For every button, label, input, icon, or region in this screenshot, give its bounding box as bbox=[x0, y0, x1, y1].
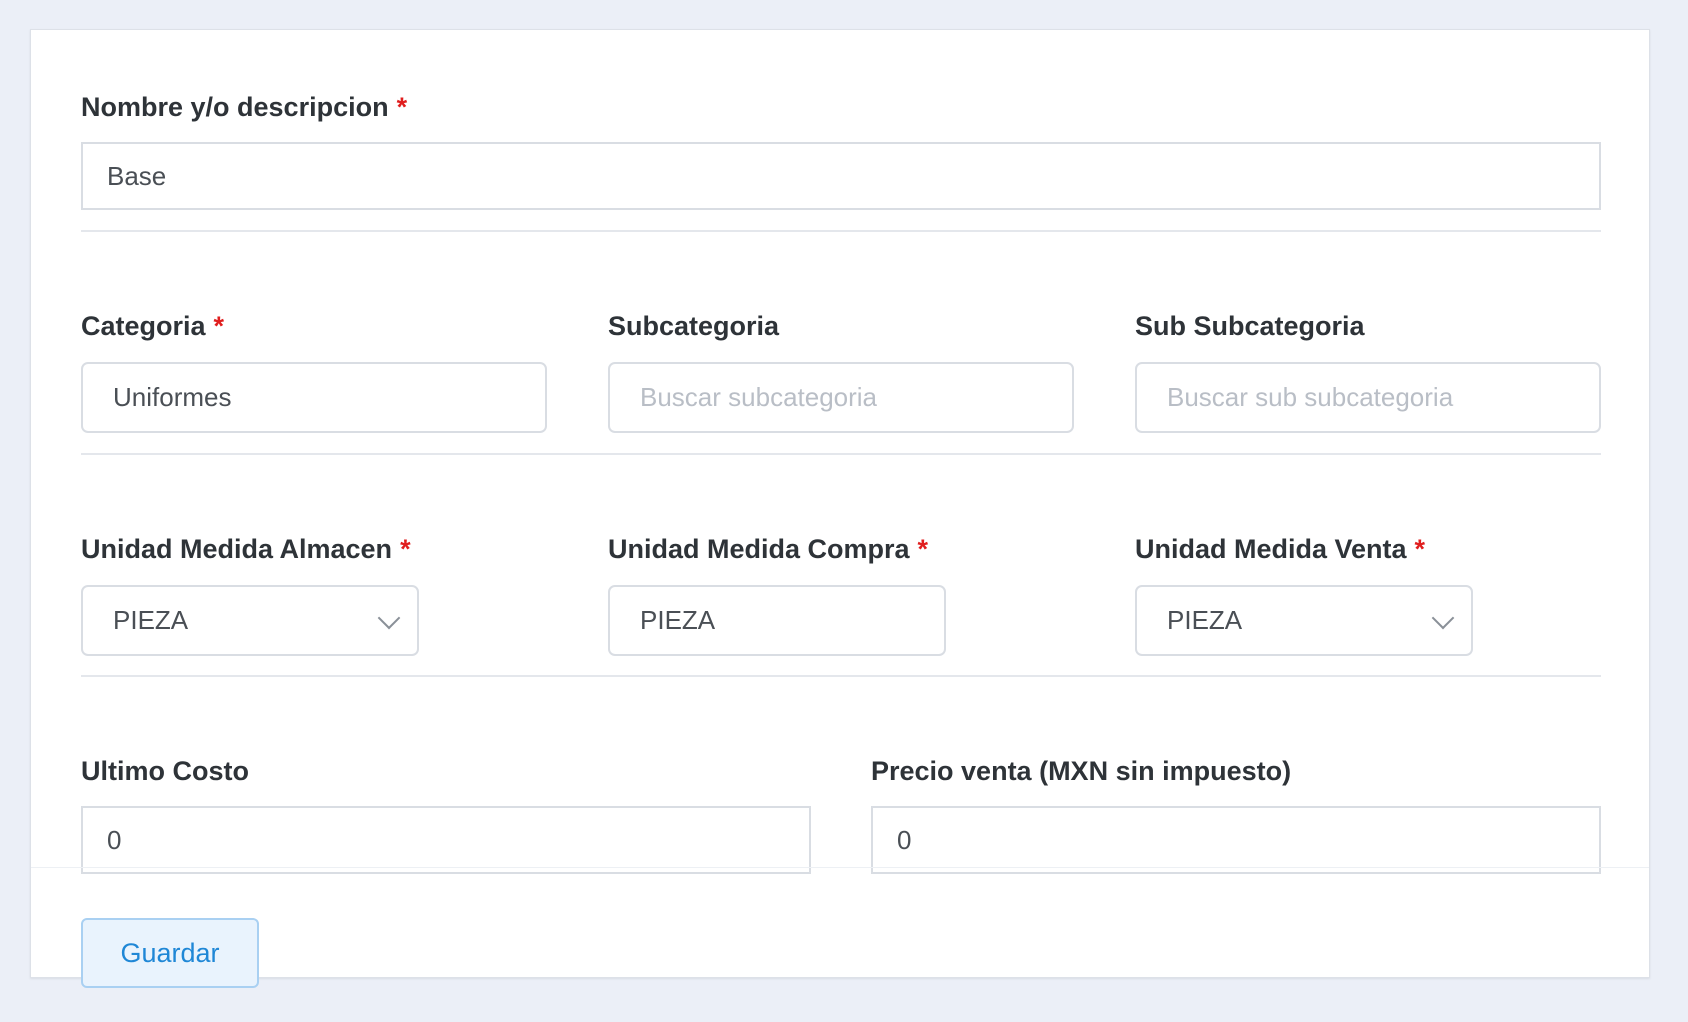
required-mark: * bbox=[400, 534, 411, 564]
categoria-input[interactable] bbox=[81, 362, 547, 433]
unidad-venta-label: Unidad Medida Venta * bbox=[1135, 534, 1426, 564]
subcategoria-input[interactable] bbox=[608, 362, 1074, 433]
form-body: Nombre y/o descripcion* Categoria* Subca… bbox=[31, 30, 1649, 874]
required-mark: * bbox=[213, 311, 225, 341]
subcategoria-label: Subcategoria bbox=[608, 311, 780, 341]
unidad-almacen-group: Unidad Medida Almacen * PIEZA bbox=[81, 530, 547, 658]
form-footer: Guardar bbox=[31, 867, 1649, 988]
categoria-label: Categoria * bbox=[81, 311, 225, 341]
divider bbox=[81, 453, 1601, 455]
unidad-compra-label: Unidad Medida Compra * bbox=[608, 534, 929, 564]
required-mark: * bbox=[396, 92, 408, 122]
precio-venta-group: Precio venta (MXN sin impuesto) bbox=[871, 752, 1601, 876]
nombre-group: Nombre y/o descripcion * bbox=[81, 88, 1601, 212]
required-mark: * bbox=[1414, 534, 1426, 564]
unidad-compra-input[interactable] bbox=[608, 585, 946, 656]
product-form-card: Nombre y/o descripcion* Categoria* Subca… bbox=[30, 29, 1650, 988]
sub-subcategoria-label: Sub Subcategoria bbox=[1135, 311, 1365, 341]
unidad-venta-group: Unidad Medida Venta * PIEZA bbox=[1135, 530, 1601, 658]
divider bbox=[81, 675, 1601, 677]
unidad-venta-select[interactable]: PIEZA bbox=[1135, 585, 1473, 656]
categoria-group: Categoria * bbox=[81, 307, 547, 435]
nombre-label: Nombre y/o descripcion * bbox=[81, 92, 408, 122]
sub-subcategoria-input[interactable] bbox=[1135, 362, 1601, 433]
ultimo-costo-input[interactable] bbox=[81, 806, 811, 874]
precio-venta-label: Precio venta (MXN sin impuesto) bbox=[871, 756, 1292, 786]
unidad-almacen-value: PIEZA bbox=[81, 585, 419, 656]
unidad-venta-value: PIEZA bbox=[1135, 585, 1473, 656]
save-button[interactable]: Guardar bbox=[81, 918, 259, 988]
required-mark: * bbox=[917, 534, 929, 564]
unidad-almacen-select[interactable]: PIEZA bbox=[81, 585, 419, 656]
divider bbox=[81, 230, 1601, 232]
unidad-compra-group: Unidad Medida Compra * bbox=[608, 530, 1074, 658]
unidad-almacen-label: Unidad Medida Almacen * bbox=[81, 534, 411, 564]
ultimo-costo-group: Ultimo Costo bbox=[81, 752, 811, 876]
ultimo-costo-label: Ultimo Costo bbox=[81, 756, 249, 786]
sub-subcategoria-group: Sub Subcategoria bbox=[1135, 307, 1601, 435]
subcategoria-group: Subcategoria bbox=[608, 307, 1074, 435]
nombre-input[interactable] bbox=[81, 142, 1601, 210]
precio-venta-input[interactable] bbox=[871, 806, 1601, 874]
